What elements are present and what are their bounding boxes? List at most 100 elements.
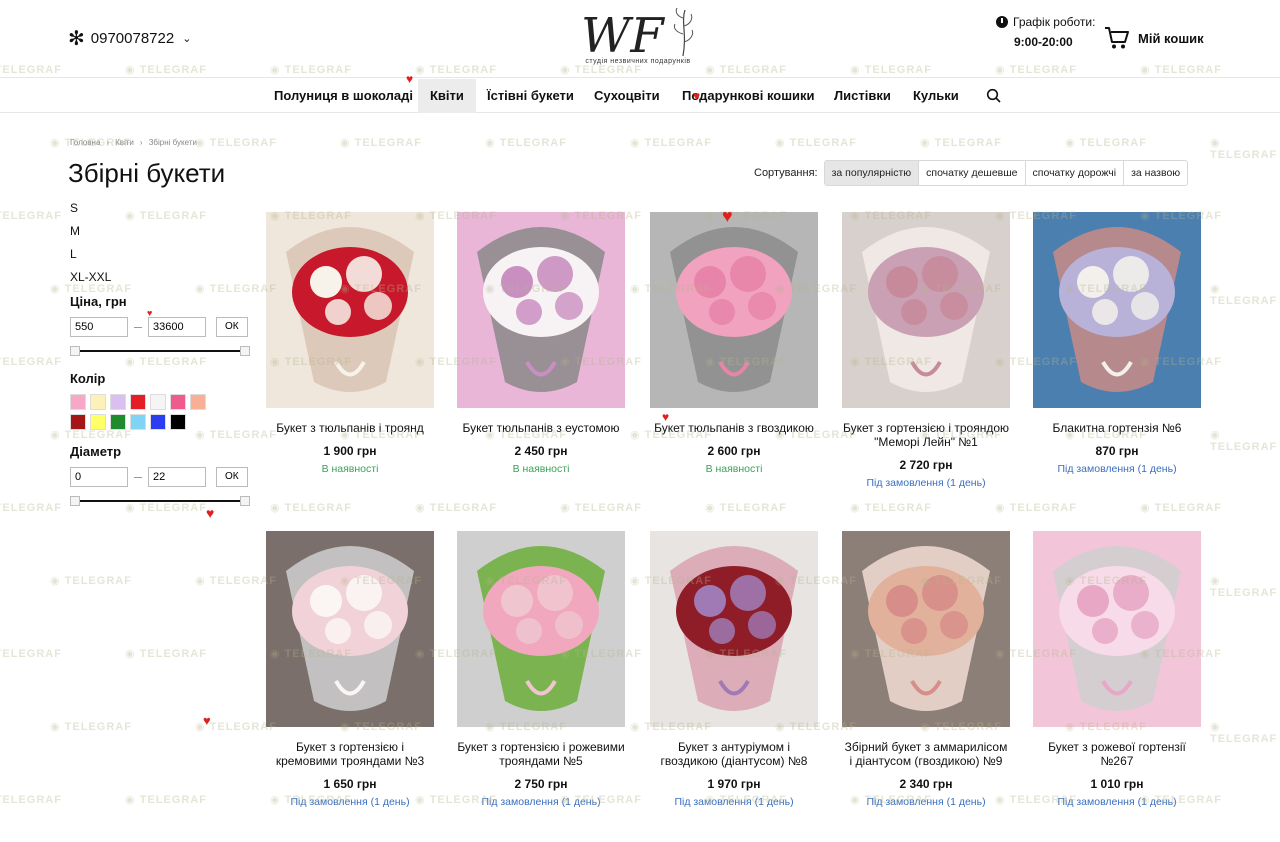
color-swatch[interactable] (150, 414, 166, 430)
size-option-l[interactable]: L (70, 246, 250, 269)
watermark-text: ◉ TELEGRAF (0, 210, 62, 222)
product-name[interactable]: Букет тюльпанів з гвоздикою (650, 421, 818, 435)
product-card[interactable]: Букет з тюльпанів і троянд 1 900 грн В ная… (266, 212, 434, 475)
diameter-slider-max-handle[interactable] (240, 496, 250, 506)
hours-value: 9:00-20:00 (1014, 35, 1073, 49)
nav-item-edible-bouquets[interactable]: Їстівні букети (475, 79, 586, 113)
product-price: 870 грн (1095, 444, 1139, 458)
color-swatch[interactable] (130, 414, 146, 430)
product-card[interactable]: Букет тюльпанів з гвоздикою 2 600 грн В на… (650, 212, 818, 475)
color-swatch[interactable] (130, 394, 146, 410)
product-stock-status: Під замовлення (1 день) (290, 796, 410, 808)
product-name[interactable]: Букет з гортензією і рожевими трояндами … (457, 740, 625, 768)
product-card[interactable]: Букет тюльпанів з еустомою 2 450 грн В ная… (457, 212, 625, 475)
phone-dropdown[interactable]: ✻ 0970078722 ⌄ (68, 29, 192, 49)
sort-by-name[interactable]: за назвою (1123, 161, 1187, 185)
product-name[interactable]: Букет з тюльпанів і троянд (266, 421, 434, 435)
product-image[interactable] (842, 531, 1010, 727)
color-swatch[interactable] (110, 414, 126, 430)
product-image[interactable] (1033, 531, 1201, 727)
watermark-text: ◉ TELEGRAF (0, 648, 62, 660)
color-swatch[interactable] (170, 394, 186, 410)
diameter-slider[interactable] (70, 491, 250, 511)
product-name[interactable]: Букет з рожевої гортензії №267 (1033, 740, 1201, 768)
product-card[interactable]: Букет з гортензією і рожевими трояндами … (457, 531, 625, 808)
color-swatch[interactable] (110, 394, 126, 410)
price-slider[interactable] (70, 341, 250, 361)
breadcrumb-home[interactable]: Головна (70, 138, 100, 147)
product-image[interactable] (457, 212, 625, 408)
watermark-text: ◉ TELEGRAF (485, 137, 567, 149)
product-price: 1 650 грн (323, 777, 377, 791)
product-name[interactable]: Блакитна гортензія №6 (1033, 421, 1201, 435)
product-image[interactable] (1033, 212, 1201, 408)
product-card[interactable]: Букет з рожевої гортензії №267 1 010 грн П… (1033, 531, 1201, 808)
nav-item-dried-flowers[interactable]: Сухоцвіти (582, 79, 672, 113)
watermark-text: ◉ TELEGRAF (0, 502, 62, 514)
product-price: 1 010 грн (1090, 777, 1144, 791)
watermark-text: ◉ TELEGRAF (50, 575, 132, 587)
breadcrumb-current: Збірні букети (148, 138, 197, 147)
site-logo[interactable]: WF студія незвичних подарунків (568, 4, 708, 74)
watermark-text: ◉ TELEGRAF (1210, 721, 1278, 745)
watermark-text: ◉ TELEGRAF (850, 502, 932, 514)
nav-item-flowers[interactable]: Квіти (418, 79, 476, 113)
product-name[interactable]: Букет з антуріумом і гвоздикою (діантусо… (650, 740, 818, 768)
price-max-input[interactable] (148, 317, 206, 337)
sort-expensive-first[interactable]: спочатку дорожчі (1024, 161, 1124, 185)
diameter-max-input[interactable] (148, 467, 206, 487)
color-swatch[interactable] (70, 394, 86, 410)
cart-label: Мій кошик (1138, 30, 1204, 46)
product-card[interactable]: Букет з антуріумом і гвоздикою (діантусо… (650, 531, 818, 808)
sort-cheaper-first[interactable]: спочатку дешевше (918, 161, 1024, 185)
product-card[interactable]: Блакитна гортензія №6 870 грн Під замовлен… (1033, 212, 1201, 475)
search-icon[interactable] (986, 88, 1002, 104)
diameter-ok-button[interactable]: ОК (216, 467, 248, 487)
product-name[interactable]: Букет з гортензією і кремовими трояндами… (266, 740, 434, 768)
size-option-s[interactable]: S (70, 200, 250, 223)
color-swatch[interactable] (150, 394, 166, 410)
main-navigation: Полуниця в шоколаді Квіти Їстівні букети… (0, 79, 1280, 113)
phone-number: 0970078722 (90, 30, 175, 47)
nav-item-balloons[interactable]: Кульки (901, 79, 971, 113)
product-image[interactable] (650, 531, 818, 727)
heart-icon: ♥ (147, 308, 153, 318)
chevron-down-icon: ⌄ (182, 33, 192, 45)
product-image[interactable] (266, 531, 434, 727)
product-image[interactable] (457, 531, 625, 727)
nav-item-strawberry[interactable]: Полуниця в шоколаді (262, 79, 425, 113)
product-image[interactable] (266, 212, 434, 408)
heart-icon: ♥ (406, 72, 414, 86)
product-card[interactable]: Букет з гортензією і трояндою "Меморі Ле… (842, 212, 1010, 489)
product-name[interactable]: Збірний букет з аммарилісом і діантусом … (842, 740, 1010, 768)
color-swatch[interactable] (90, 414, 106, 430)
sort-popular[interactable]: за популярністю (824, 161, 919, 185)
size-option-m[interactable]: M (70, 223, 250, 246)
product-card[interactable]: Збірний букет з аммарилісом і діантусом … (842, 531, 1010, 808)
color-swatch[interactable] (90, 394, 106, 410)
color-swatch[interactable] (190, 394, 206, 410)
heart-icon: ♥ (662, 410, 670, 424)
heart-icon: ♥ (693, 89, 701, 103)
size-option-xl-xxl[interactable]: XL-XXL (70, 269, 250, 292)
diameter-filter-heading: Діаметр (70, 444, 122, 459)
diameter-slider-min-handle[interactable] (70, 496, 80, 506)
breadcrumb-flowers[interactable]: Квіти (115, 138, 134, 147)
price-slider-max-handle[interactable] (240, 346, 250, 356)
watermark-text: ◉ TELEGRAF (1140, 502, 1222, 514)
product-image[interactable] (650, 212, 818, 408)
heart-icon: ♥ (206, 505, 215, 521)
product-name[interactable]: Букет тюльпанів з еустомою (457, 421, 625, 435)
price-min-input[interactable] (70, 317, 128, 337)
heart-icon: ♥ (722, 206, 733, 226)
nav-item-postcards[interactable]: Листівки (822, 79, 903, 113)
price-slider-min-handle[interactable] (70, 346, 80, 356)
cart-button[interactable]: Мій кошик (1104, 26, 1204, 50)
product-card[interactable]: Букет з гортензією і кремовими трояндами… (266, 531, 434, 808)
product-name[interactable]: Букет з гортензією і трояндою "Меморі Ле… (842, 421, 1010, 449)
price-ok-button[interactable]: ОК (216, 317, 248, 337)
product-image[interactable] (842, 212, 1010, 408)
color-swatch[interactable] (170, 414, 186, 430)
diameter-min-input[interactable] (70, 467, 128, 487)
color-swatch[interactable] (70, 414, 86, 430)
